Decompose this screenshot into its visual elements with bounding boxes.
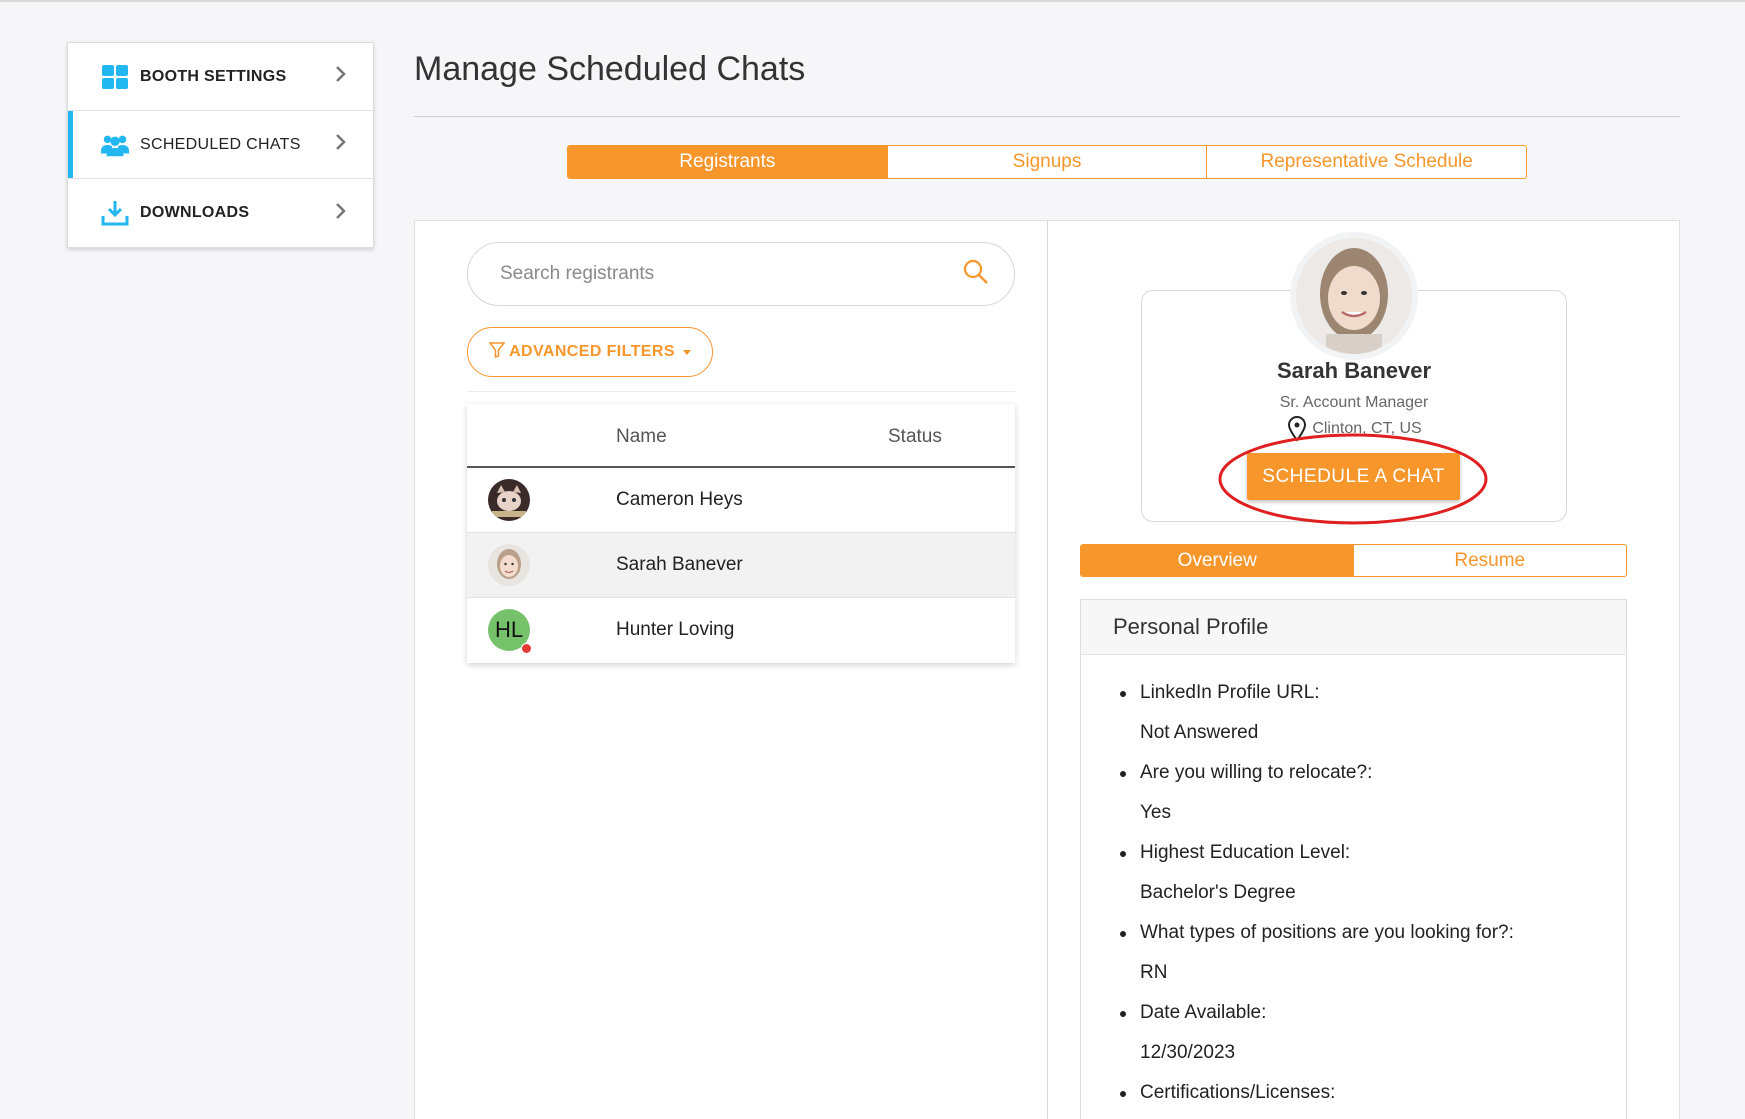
profile-question: Are you willing to relocate?: (1120, 753, 1626, 793)
profile-question: Certifications/Licenses: (1120, 1073, 1626, 1113)
sidebar-item-scheduled-chats[interactable]: SCHEDULED CHATS (68, 111, 373, 179)
personal-profile-panel: Personal Profile LinkedIn Profile URL: N… (1080, 599, 1627, 1119)
profile-answer: 12/30/2023 (1140, 1042, 1236, 1063)
tab-signups[interactable]: Signups (888, 146, 1208, 178)
profile-answer: Yes (1140, 802, 1171, 823)
profile-photo (1296, 238, 1412, 354)
table-row[interactable]: HL Hunter Loving (467, 598, 1015, 663)
offline-status-icon (521, 643, 532, 654)
panel-divider (1047, 220, 1048, 1119)
column-header-status[interactable]: Status (888, 426, 942, 448)
profile-question: Date Available: (1120, 993, 1626, 1033)
profile-answer: RN (1140, 962, 1168, 983)
search-icon[interactable] (962, 258, 990, 291)
sidebar-item-downloads[interactable]: DOWNLOADS (68, 179, 373, 247)
download-icon (100, 199, 130, 227)
main-tabs: Registrants Signups Representative Sched… (567, 145, 1527, 179)
avatar (488, 479, 530, 521)
grid-icon (100, 63, 130, 91)
search-input[interactable] (500, 263, 962, 285)
tab-registrants[interactable]: Registrants (568, 146, 888, 178)
profile-answer: Not Answered (1140, 722, 1259, 743)
filter-divider (467, 391, 1015, 392)
personal-profile-title: Personal Profile (1081, 600, 1626, 655)
table-row[interactable]: Cameron Heys (467, 468, 1015, 533)
registrant-name: Sarah Banever (616, 554, 743, 575)
registrant-name: Cameron Heys (616, 489, 743, 510)
advanced-filters-label: ADVANCED FILTERS (509, 343, 675, 360)
sidebar-item-label: SCHEDULED CHATS (140, 135, 301, 153)
profile-role: Sr. Account Manager (1279, 394, 1429, 411)
registrant-name: Hunter Loving (616, 619, 735, 640)
page-title: Manage Scheduled Chats (414, 50, 806, 88)
sidebar-item-label: BOOTH SETTINGS (140, 67, 287, 85)
title-divider (414, 116, 1680, 117)
chevron-right-icon (335, 65, 347, 88)
filter-icon (488, 341, 509, 363)
caret-down-icon (682, 349, 691, 355)
sidebar-item-label: DOWNLOADS (140, 204, 250, 221)
registrants-table: Name Status Cameron Heys Sarah Banever H… (467, 404, 1015, 663)
profile-question: Highest Education Level: (1120, 833, 1626, 873)
sidebar-item-booth-settings[interactable]: BOOTH SETTINGS (68, 43, 373, 111)
profile-tabs: Overview Resume (1080, 544, 1627, 577)
sidebar-nav: BOOTH SETTINGS SCHEDULED CHATS DOWNLOADS (67, 42, 374, 248)
table-row[interactable]: Sarah Banever (467, 533, 1015, 598)
users-icon (100, 131, 130, 159)
profile-question: What types of positions are you looking … (1120, 913, 1626, 953)
tab-representative-schedule[interactable]: Representative Schedule (1207, 146, 1526, 178)
profile-answer: Bachelor's Degree (1140, 882, 1296, 903)
advanced-filters-button[interactable]: ADVANCED FILTERS (467, 327, 713, 377)
profile-name: Sarah Banever (1276, 358, 1432, 383)
search-box (467, 242, 1015, 306)
highlight-annotation (1218, 433, 1488, 525)
chevron-right-icon (335, 133, 347, 156)
profile-question: LinkedIn Profile URL: (1120, 673, 1626, 713)
table-header: Name Status (467, 404, 1015, 468)
avatar (488, 544, 530, 586)
chevron-right-icon (335, 202, 347, 225)
tab-resume[interactable]: Resume (1354, 545, 1627, 576)
tab-overview[interactable]: Overview (1081, 545, 1354, 576)
column-header-name[interactable]: Name (616, 426, 667, 448)
